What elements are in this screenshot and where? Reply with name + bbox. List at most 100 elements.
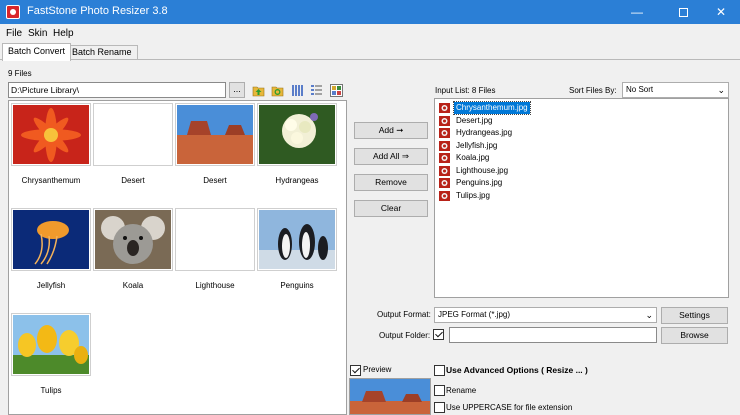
sort-value: No Sort: [626, 85, 654, 94]
menu-file[interactable]: File: [6, 28, 22, 39]
chevron-down-icon: ⌄: [717, 85, 725, 95]
tulips-photo-icon: [13, 315, 89, 374]
thumbnail-label: Penguins: [280, 281, 314, 290]
input-list-label: Input List: 8 Files: [435, 86, 495, 95]
thumbnail-label: Tulips: [40, 386, 62, 395]
desert-photo-icon: [177, 105, 253, 164]
add-button[interactable]: Add ➞: [354, 122, 428, 139]
settings-button[interactable]: Settings: [661, 307, 728, 324]
double-arrow-right-icon: ⇒: [401, 151, 409, 161]
output-format-label: Output Format:: [377, 310, 431, 319]
advanced-options-checkbox[interactable]: [434, 365, 445, 376]
file-name: Chrysanthemum.jpg: [453, 101, 531, 115]
preview-image: [349, 378, 431, 415]
file-name: Lighthouse.jpg: [456, 165, 509, 175]
file-name: Tulips.jpg: [456, 190, 490, 200]
remove-button[interactable]: Remove: [354, 174, 428, 191]
input-list-count: 8 Files: [471, 86, 496, 95]
close-button[interactable]: ✕: [698, 0, 740, 24]
browse-button[interactable]: Browse: [661, 327, 728, 344]
desert-photo-icon: [350, 379, 430, 414]
files-count: 9 Files: [8, 69, 32, 78]
add-all-label: Add All: [373, 151, 400, 161]
thumbnail-chrysanthemum[interactable]: [11, 103, 91, 166]
image-file-icon: [439, 153, 450, 163]
thumbnail-desert-blank[interactable]: [93, 103, 173, 166]
preview-label: Preview: [363, 365, 392, 374]
view-thumbnails-icon[interactable]: [330, 84, 343, 97]
input-list-title: Input List:: [435, 86, 470, 95]
chevron-down-icon: ⌄: [645, 310, 653, 320]
blank-photo-icon: [177, 210, 253, 269]
sort-select[interactable]: No Sort ⌄: [622, 82, 729, 98]
add-label: Add: [378, 125, 394, 135]
penguins-photo-icon: [259, 210, 335, 269]
image-file-icon: [439, 140, 450, 151]
minimize-button[interactable]: —: [614, 0, 660, 24]
rename-checkbox[interactable]: [434, 385, 445, 396]
image-file-icon: [439, 128, 450, 138]
arrow-right-icon: ➞: [396, 125, 404, 135]
folder-up-icon[interactable]: [252, 84, 265, 97]
jellyfish-photo-icon: [13, 210, 89, 269]
tab-batch-rename[interactable]: Batch Rename: [66, 45, 138, 59]
thumbnail-label: Hydrangeas: [275, 176, 319, 185]
add-all-button[interactable]: Add All ⇒: [354, 148, 428, 165]
output-folder-input[interactable]: [449, 327, 657, 343]
thumbnail-label: Desert: [121, 176, 145, 185]
thumbnail-label: Jellyfish: [36, 281, 66, 290]
thumbnail-penguins[interactable]: [257, 208, 337, 271]
menu-skin[interactable]: Skin: [28, 28, 47, 39]
image-file-icon: [439, 178, 450, 188]
file-name: Penguins.jpg: [456, 178, 503, 187]
koala-photo-icon: [95, 210, 171, 269]
folder-refresh-icon[interactable]: [271, 84, 284, 97]
image-file-icon: [439, 165, 450, 176]
title-bar[interactable]: FastStone Photo Resizer 3.8 — ✕: [0, 0, 740, 24]
file-name: Koala.jpg: [456, 153, 490, 162]
thumbnail-desert[interactable]: [175, 103, 255, 166]
browse-folder-button[interactable]: ...: [229, 82, 245, 98]
file-name: Desert.jpg: [456, 115, 493, 125]
thumbnail-label: Koala: [122, 281, 144, 290]
maximize-icon: [678, 8, 688, 18]
sort-label: Sort Files By:: [569, 86, 617, 95]
app-window: FastStone Photo Resizer 3.8 — ✕ File Ski…: [0, 0, 740, 415]
view-list-icon[interactable]: [310, 84, 323, 97]
hydrangea-photo-icon: [259, 105, 335, 164]
thumbnail-jellyfish[interactable]: [11, 208, 91, 271]
tab-divider: [0, 59, 740, 60]
app-logo-icon: [6, 5, 20, 19]
thumbnail-hydrangeas[interactable]: [257, 103, 337, 166]
thumbnail-label: Lighthouse: [195, 281, 235, 290]
uppercase-extension-checkbox[interactable]: [434, 402, 445, 413]
image-file-icon: [439, 103, 450, 113]
preview-checkbox[interactable]: [350, 365, 361, 376]
rename-label: Rename: [446, 386, 477, 395]
clear-button[interactable]: Clear: [354, 200, 428, 217]
thumbnail-tulips[interactable]: [11, 313, 91, 376]
output-format-select[interactable]: JPEG Format (*.jpg) ⌄: [434, 307, 657, 323]
output-folder-checkbox[interactable]: [433, 329, 444, 340]
advanced-options-label: Use Advanced Options ( Resize ... ): [446, 365, 588, 375]
file-name: Jellyfish.jpg: [456, 140, 498, 150]
flower-photo-icon: [13, 105, 89, 164]
view-columns-icon[interactable]: [291, 84, 304, 97]
thumbnail-lighthouse[interactable]: [175, 208, 255, 271]
window-title: FastStone Photo Resizer 3.8: [27, 5, 168, 17]
image-file-icon: [439, 190, 450, 201]
output-folder-label: Output Folder:: [379, 331, 431, 340]
input-file-list[interactable]: Chrysanthemum.jpg Desert.jpg Hydrangeas.…: [434, 98, 729, 298]
thumbnail-label: Desert: [203, 176, 227, 185]
path-input[interactable]: D:\Picture Library\: [8, 82, 226, 98]
image-file-icon: [439, 115, 450, 126]
thumbnail-koala[interactable]: [93, 208, 173, 271]
thumbnail-panel[interactable]: Chrysanthemum Desert Desert Hydrangeas J…: [8, 100, 347, 415]
output-format-value: JPEG Format (*.jpg): [438, 310, 511, 319]
blank-photo-icon: [95, 105, 171, 164]
uppercase-extension-label: Use UPPERCASE for file extension: [446, 403, 573, 412]
thumbnail-label: Chrysanthemum: [21, 176, 81, 185]
menu-help[interactable]: Help: [53, 28, 74, 39]
file-name: Hydrangeas.jpg: [456, 128, 513, 137]
tab-batch-convert[interactable]: Batch Convert: [2, 43, 72, 61]
